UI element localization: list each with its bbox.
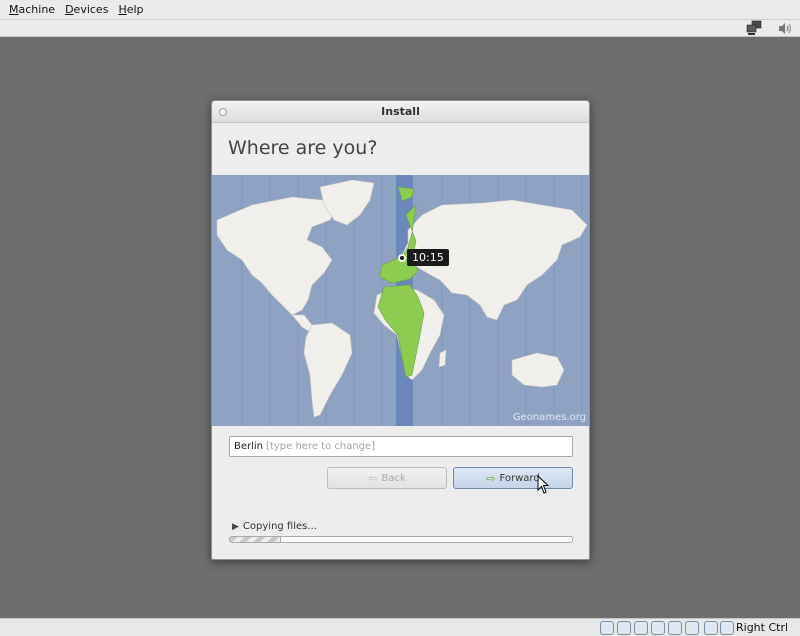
vm-menubar: Machine Devices Help: [0, 0, 800, 20]
timezone-input[interactable]: Berlin [type here to change]: [229, 436, 573, 457]
mouse-integration-icon[interactable]: [704, 621, 718, 635]
display-icon[interactable]: [668, 621, 682, 635]
progress-bar: [229, 536, 573, 543]
dialog-title: Install: [381, 105, 420, 118]
host-key-label: Right Ctrl: [736, 621, 789, 634]
map-credit: Geonames.org: [512, 412, 586, 423]
timezone-value: Berlin: [234, 441, 264, 452]
usb-icon[interactable]: [634, 621, 648, 635]
dialog-titlebar: Install: [212, 101, 589, 123]
install-dialog: Install Where are you? 10:15 Geonames.or…: [211, 100, 590, 560]
mouse-cursor-icon: [537, 475, 550, 494]
menu-help[interactable]: Help: [113, 3, 148, 16]
forward-button[interactable]: ⇨ Forward: [453, 467, 573, 489]
menu-devices[interactable]: Devices: [60, 3, 113, 16]
forward-button-label: Forward: [499, 472, 540, 484]
arrow-right-icon: ⇨: [486, 471, 496, 485]
expander-arrow-icon: ▶: [232, 521, 239, 532]
network-icon[interactable]: [745, 20, 763, 37]
progress-bar-fill: [230, 537, 282, 542]
selected-city-marker: [398, 254, 406, 262]
keyboard-capture-icon[interactable]: [720, 621, 734, 635]
local-time-label: 10:15: [407, 249, 449, 266]
world-map: [212, 175, 589, 426]
page-heading: Where are you?: [228, 137, 378, 159]
progress-label: Copying files...: [242, 521, 317, 532]
optical-drive-icon[interactable]: [617, 621, 631, 635]
shared-folders-icon[interactable]: [651, 621, 665, 635]
arrow-left-icon: ⇦: [368, 471, 378, 485]
progress-expander[interactable]: ▶ Copying files...: [232, 521, 317, 532]
timezone-map[interactable]: 10:15 Geonames.org: [212, 175, 589, 426]
back-button-label: Back: [381, 472, 406, 484]
speaker-icon[interactable]: [776, 20, 794, 37]
menu-machine[interactable]: Machine: [4, 3, 60, 16]
hard-disk-icon[interactable]: [600, 621, 614, 635]
timezone-hint: [type here to change]: [266, 441, 376, 452]
vm-statusbar: Right Ctrl: [0, 618, 800, 636]
video-capture-icon[interactable]: [685, 621, 699, 635]
back-button[interactable]: ⇦ Back: [327, 467, 447, 489]
vm-toolbar: [0, 20, 800, 37]
window-close-icon[interactable]: [219, 108, 227, 116]
